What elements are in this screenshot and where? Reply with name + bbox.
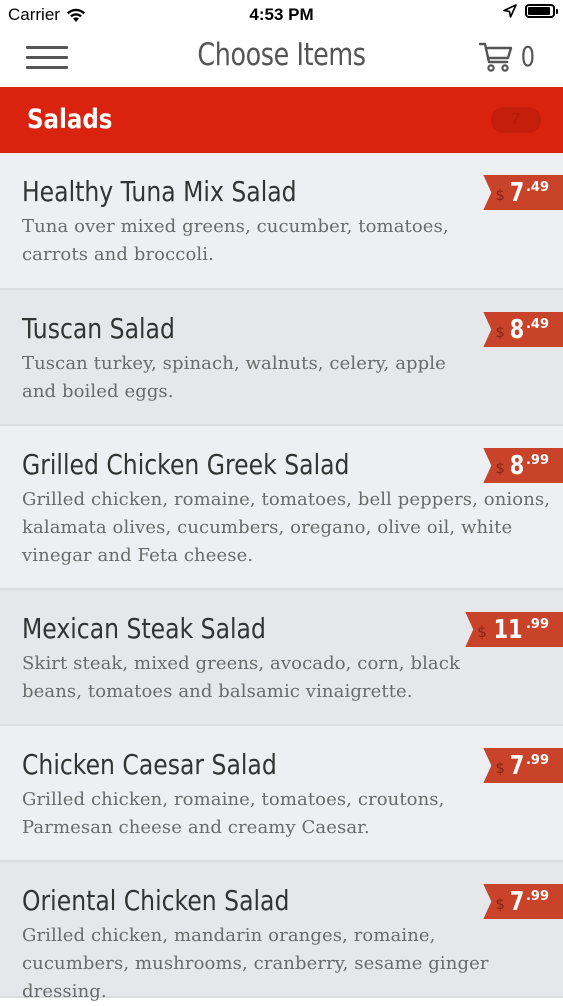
price-cents: .99 [525,889,549,904]
category-header[interactable]: Salads 7 [0,87,563,153]
item-description: Skirt steak, mixed greens, avocado, corn… [22,653,460,702]
price-tag: $ 11 .99 [465,612,563,647]
shopping-cart-icon [479,42,513,72]
nav-bar: Choose Items 0 [0,30,563,87]
price-currency: $ [495,322,505,341]
price-tag: $ 8 .49 [483,312,563,347]
price-cents: .99 [525,617,549,632]
menu-item[interactable]: Grilled Chicken Greek Salad Grilled chic… [0,426,563,590]
menu-item[interactable]: Mexican Steak Salad Skirt steak, mixed g… [0,590,563,726]
status-time: 4:53 PM [249,5,314,24]
price-tag: $ 7 .49 [483,175,563,210]
price-currency: $ [477,622,487,641]
item-name: Chicken Caesar Salad [22,748,277,781]
price-whole: 7 [509,886,525,917]
price-whole: 11 [493,614,523,645]
item-name: Grilled Chicken Greek Salad [22,448,350,481]
item-name: Healthy Tuna Mix Salad [22,175,297,208]
cart-button[interactable]: 0 [479,40,537,73]
item-name: Oriental Chicken Salad [22,884,290,917]
menu-item[interactable]: Oriental Chicken Salad Grilled chicken, … [0,862,563,1002]
price-cents: .49 [525,317,549,332]
price-tag: $ 7 .99 [483,884,563,919]
item-description: Tuna over mixed greens, cucumber, tomato… [22,216,449,265]
item-name: Mexican Steak Salad [22,612,266,645]
price-currency: $ [495,758,505,777]
price-cents: .99 [525,453,549,468]
battery-icon [525,4,558,18]
price-cents: .49 [525,180,549,195]
price-currency: $ [495,458,505,477]
location-arrow-icon [503,4,517,18]
price-currency: $ [495,185,505,204]
menu-item[interactable]: Healthy Tuna Mix Salad Tuna over mixed g… [0,153,563,290]
menu-item[interactable]: Chicken Caesar Salad Grilled chicken, ro… [0,726,563,862]
price-currency: $ [495,894,505,913]
item-description: Grilled chicken, mandarin oranges, romai… [22,925,489,1002]
item-description: Tuscan turkey, spinach, walnuts, celery,… [22,353,446,402]
status-indicators [503,4,558,18]
price-whole: 7 [509,750,525,781]
menu-item-list: Healthy Tuna Mix Salad Tuna over mixed g… [0,153,563,1002]
price-whole: 7 [509,177,525,208]
menu-item[interactable]: Tuscan Salad Tuscan turkey, spinach, wal… [0,290,563,426]
item-description: Grilled chicken, romaine, tomatoes, crou… [22,789,445,838]
page-title: Choose Items [197,37,366,73]
item-description: Grilled chicken, romaine, tomatoes, bell… [22,489,551,566]
status-bar: Carrier 4:53 PM [0,0,563,30]
category-title: Salads [27,104,113,135]
price-tag: $ 8 .99 [483,448,563,483]
item-name: Tuscan Salad [22,312,175,345]
price-cents: .99 [525,753,549,768]
price-tag: $ 7 .99 [483,748,563,783]
price-whole: 8 [509,314,525,345]
category-count-badge: 7 [491,107,541,133]
price-whole: 8 [509,450,525,481]
cart-count: 0 [520,40,536,73]
